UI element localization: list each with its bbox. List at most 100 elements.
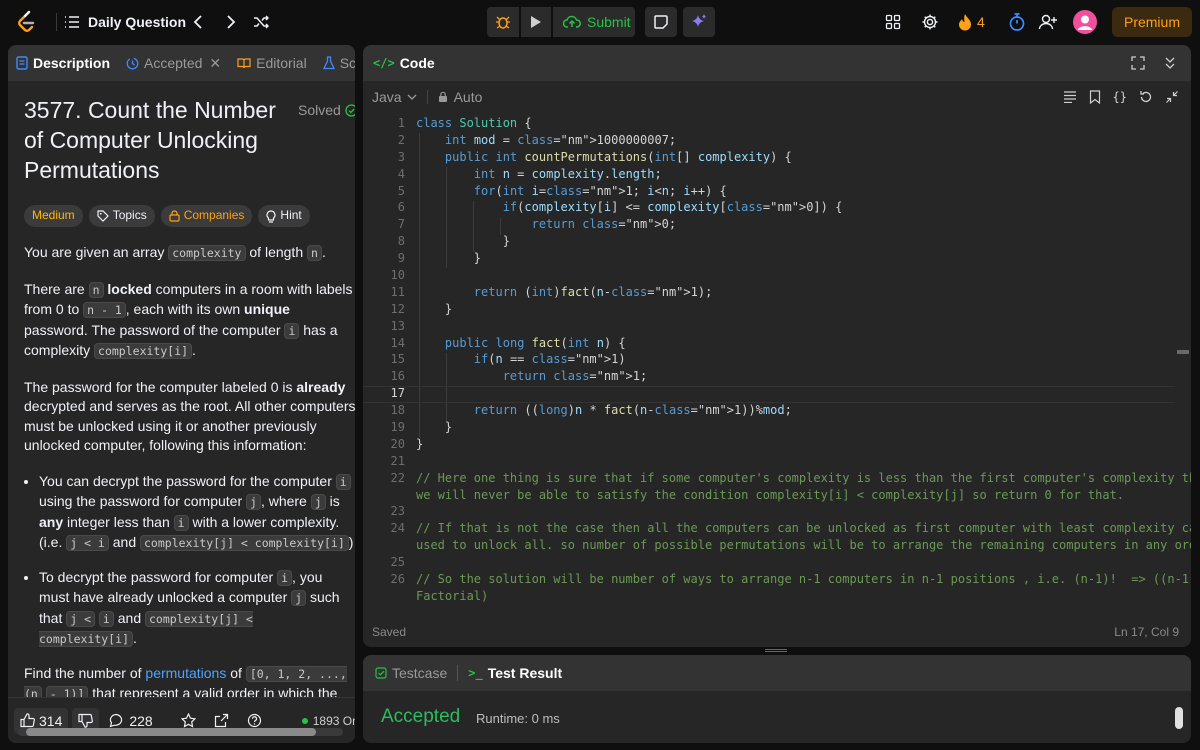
code-line[interactable]: return ((long)n * fact(n-class="nm">1))%…	[416, 402, 1176, 419]
code-line[interactable]: }	[416, 419, 1176, 436]
line-number: 5	[397, 183, 405, 198]
tab-code[interactable]: </> Code	[371, 45, 437, 81]
code-line[interactable]: }	[416, 233, 1176, 250]
code-line[interactable]: used to unlock all. so number of possibl…	[416, 537, 1191, 554]
like-count: 314	[39, 712, 63, 729]
code-line[interactable]: int mod = class="nm">1000000007;	[416, 132, 1176, 149]
language-select[interactable]: Java	[372, 89, 417, 105]
code-line[interactable]	[416, 385, 1176, 402]
share-icon[interactable]	[214, 713, 229, 728]
star-icon[interactable]	[180, 713, 196, 728]
vertical-scrollbar[interactable]	[1177, 135, 1189, 605]
line-number: 14	[390, 335, 405, 350]
code-line[interactable]: return class="nm">1;	[416, 368, 1176, 385]
code-line[interactable]: if(n == class="nm">1)	[416, 351, 1176, 368]
code-line[interactable]	[416, 318, 1176, 335]
submit-button[interactable]: Submit	[553, 7, 635, 37]
lock-icon	[438, 91, 447, 102]
help-icon[interactable]	[247, 713, 262, 728]
hint-chip[interactable]: Hint	[258, 205, 310, 227]
bookmark-icon[interactable]	[1089, 90, 1101, 104]
code-content[interactable]: class Solution { int mod = class="nm">10…	[416, 115, 1191, 605]
code-line[interactable]: public int countPermutations(int[] compl…	[416, 149, 1176, 166]
tab-test-result-label: Test Result	[487, 665, 563, 681]
code-line[interactable]	[416, 267, 1176, 284]
code-line[interactable]	[416, 503, 1176, 520]
document-icon	[16, 56, 28, 70]
streak-counter[interactable]: 4	[958, 0, 985, 44]
result-scrollbar[interactable]	[1175, 697, 1185, 733]
code-line[interactable]: return (int)fact(n-class="nm">1);	[416, 284, 1176, 301]
book-icon	[237, 58, 251, 69]
add-friend-icon[interactable]	[1038, 0, 1058, 44]
code-line[interactable]: public long fact(int n) {	[416, 335, 1176, 352]
code-line[interactable]: if(complexity[i] <= complexity[class="nm…	[416, 199, 1176, 216]
code-line[interactable]: class Solution {	[416, 115, 1176, 132]
difficulty-badge[interactable]: Medium	[24, 205, 83, 227]
maximize-icon[interactable]	[1131, 56, 1145, 70]
prev-problem-icon[interactable]	[193, 0, 203, 44]
code-line[interactable]	[416, 453, 1176, 470]
history-icon	[126, 57, 139, 69]
avatar[interactable]	[1073, 0, 1097, 44]
code-line[interactable]: }	[416, 301, 1176, 318]
code-line[interactable]: int n = complexity.length;	[416, 166, 1176, 183]
run-icon[interactable]	[521, 7, 551, 37]
premium-button[interactable]: Premium	[1112, 7, 1192, 37]
code-line[interactable]: }	[416, 250, 1176, 267]
comments-button[interactable]: 228	[109, 713, 153, 729]
code-line[interactable]: // If that is not the case then all the …	[416, 520, 1191, 537]
code-line[interactable]: return class="nm">0;	[416, 216, 1176, 233]
close-tab-icon[interactable]: ✕	[209, 55, 221, 72]
braces-icon[interactable]: {}	[1113, 90, 1127, 104]
debug-icon[interactable]	[487, 7, 519, 37]
code-line[interactable]: // Here one thing is sure that if some c…	[416, 470, 1191, 487]
permutations-link[interactable]: permutations	[145, 665, 226, 681]
code-line[interactable]: }	[416, 436, 1176, 453]
leetcode-logo-icon[interactable]	[16, 0, 38, 44]
resize-handle[interactable]	[765, 649, 787, 652]
chevron-down-icon	[407, 94, 417, 100]
code-line[interactable]: for(int i=class="nm">1; i<n; i++) {	[416, 183, 1176, 200]
tab-testcase[interactable]: Testcase	[373, 655, 449, 691]
topics-chip[interactable]: Topics	[88, 205, 155, 227]
ai-sparkle-icon[interactable]	[683, 7, 715, 37]
save-status: Saved	[372, 625, 407, 639]
layout-grid-icon[interactable]	[885, 0, 901, 44]
tab-editorial[interactable]: Editorial	[229, 45, 315, 81]
horizontal-scrollbar[interactable]	[18, 728, 343, 736]
settings-gear-icon[interactable]	[921, 0, 939, 44]
check-circle-icon	[345, 104, 355, 117]
note-icon[interactable]	[645, 7, 677, 37]
problem-description: 3577. Count the Number of Computer Unloc…	[24, 95, 355, 743]
solved-status: Solved	[298, 101, 355, 121]
next-problem-icon[interactable]	[226, 0, 236, 44]
timer-icon[interactable]	[1008, 0, 1026, 44]
tab-test-result[interactable]: >_ Test Result	[466, 655, 564, 691]
line-number: 9	[397, 251, 405, 266]
line-number: 2	[397, 132, 405, 147]
tab-accepted[interactable]: Accepted ✕	[118, 45, 229, 81]
terminal-icon: >_	[468, 666, 483, 680]
reset-icon[interactable]	[1139, 90, 1153, 104]
collapse-chevron-icon[interactable]	[1163, 56, 1177, 70]
code-line[interactable]: Factorial)	[416, 588, 1176, 605]
format-lines-icon[interactable]	[1063, 91, 1077, 103]
minimize-icon[interactable]	[1165, 90, 1179, 104]
companies-chip[interactable]: Companies	[160, 205, 253, 227]
shuffle-icon[interactable]	[253, 0, 269, 44]
code-line[interactable]: we will never be able to satisfy the con…	[416, 487, 1176, 504]
line-number: 11	[390, 284, 405, 299]
solved-label: Solved	[298, 102, 341, 118]
line-number: 26	[390, 572, 405, 587]
line-number: 13	[390, 318, 405, 333]
code-line[interactable]: // So the solution will be number of way…	[416, 571, 1191, 588]
nav-title[interactable]: Daily Question	[88, 0, 186, 44]
tab-solutions[interactable]: Sc	[315, 45, 355, 81]
tab-description[interactable]: Description	[8, 45, 118, 81]
code-line[interactable]	[416, 554, 1176, 571]
problem-list-icon[interactable]	[64, 0, 80, 44]
comment-icon	[109, 713, 123, 728]
auto-mode-toggle[interactable]: Auto	[438, 89, 482, 105]
companies-label: Companies	[183, 208, 245, 223]
